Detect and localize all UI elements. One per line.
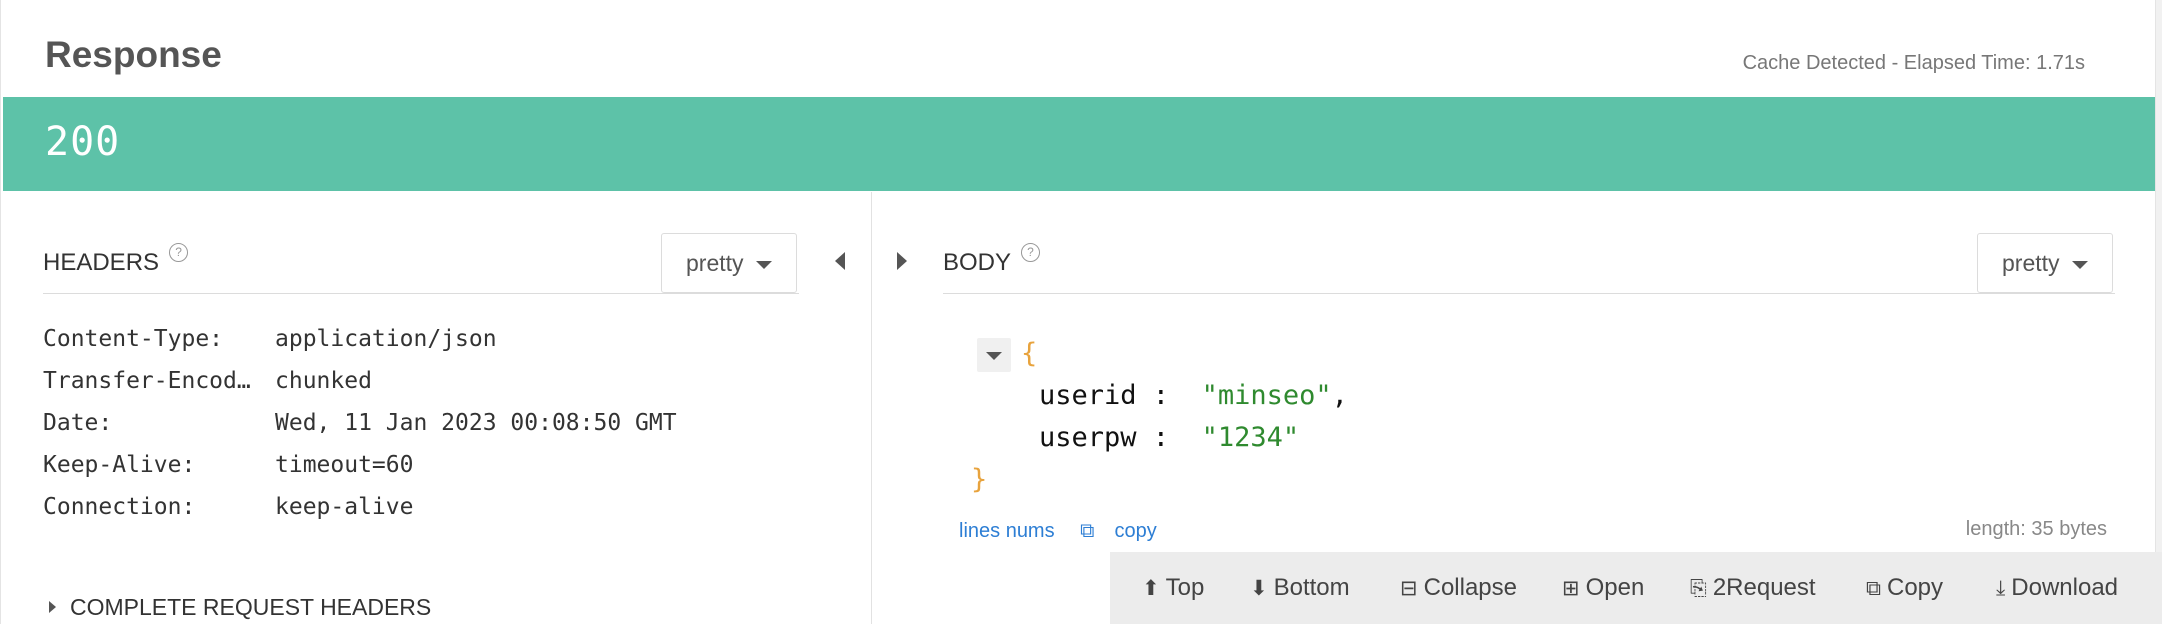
header-value: chunked (275, 368, 372, 394)
header-value: keep-alive (275, 494, 414, 520)
body-heading: BODY? (943, 243, 1041, 277)
body-length: length: 35 bytes (1965, 518, 2107, 540)
collapse-button-label: Collapse (1423, 574, 1517, 601)
copy-link-label: copy (1114, 520, 1157, 542)
chevron-right-icon (49, 600, 56, 613)
complete-request-headers-toggle[interactable]: COMPLETE REQUEST HEADERS (49, 594, 431, 621)
expand-right-icon[interactable] (897, 252, 907, 270)
file-copy-icon: ⎘ (1690, 576, 1707, 600)
json-collapse-toggle[interactable] (977, 338, 1011, 372)
help-icon[interactable]: ? (1021, 243, 1041, 262)
json-key: userid (1039, 380, 1137, 411)
copy-link[interactable]: ⧉ copy (1080, 518, 1177, 542)
status-code: 200 (45, 119, 121, 165)
json-value: "1234" (1201, 422, 1300, 453)
top-button[interactable]: ⬆ Top (1142, 574, 1204, 602)
help-icon[interactable]: ? (169, 243, 189, 262)
arrow-down-circle-icon: ⬇ (1250, 576, 1268, 600)
collapse-button[interactable]: ⊟ Collapse (1400, 574, 1517, 602)
bottom-button[interactable]: ⬇ Bottom (1250, 574, 1350, 602)
body-links: lines nums ⧉ copy (959, 518, 1197, 543)
json-close-brace: } (971, 464, 988, 495)
headers-heading: HEADERS? (43, 243, 189, 277)
copy-button-label: Copy (1887, 574, 1944, 601)
headers-format-value: pretty (686, 250, 744, 276)
headers-format-select[interactable]: pretty (661, 233, 797, 293)
response-title: Response (45, 34, 222, 75)
copy-icon: ⧉ (1866, 576, 1881, 600)
header-key: Keep-Alive: (43, 452, 196, 478)
json-open-brace: { (1021, 338, 1038, 369)
panel-divider[interactable] (871, 192, 872, 624)
headers-underline (43, 293, 799, 294)
elapsed-time-meta: Cache Detected - Elapsed Time: 1.71s (1742, 52, 2085, 74)
json-colon: : (1136, 422, 1202, 453)
complete-request-headers-label: COMPLETE REQUEST HEADERS (70, 594, 432, 620)
to-request-button-label: 2Request (1712, 574, 1816, 601)
body-label: BODY (943, 249, 1012, 276)
header-value: timeout=60 (275, 452, 414, 478)
arrow-up-circle-icon: ⬆ (1142, 576, 1160, 600)
response-panel: Response Cache Detected - Elapsed Time: … (0, 0, 2156, 624)
copy-icon: ⧉ (1080, 518, 1095, 542)
download-button[interactable]: ⤓ Download (1996, 574, 2118, 602)
bottom-button-label: Bottom (1273, 574, 1350, 601)
header-value: Wed, 11 Jan 2023 00:08:50 GMT (275, 410, 677, 436)
body-underline (943, 293, 2115, 294)
open-button[interactable]: ⊞ Open (1562, 574, 1644, 602)
minus-square-icon: ⊟ (1400, 576, 1418, 600)
json-line: userpw : "1234" (1039, 422, 1299, 453)
copy-button[interactable]: ⧉ Copy (1866, 574, 1943, 602)
plus-square-icon: ⊞ (1562, 576, 1580, 600)
download-icon: ⤓ (1996, 576, 2006, 600)
to-request-button[interactable]: ⎘ 2Request (1690, 574, 1816, 602)
json-value: "minseo" (1201, 380, 1332, 411)
header-key: Date: (43, 410, 113, 436)
json-line: userid : "minseo", (1039, 380, 1348, 411)
open-button-label: Open (1585, 574, 1645, 601)
chevron-down-icon (2072, 261, 2088, 269)
top-button-label: Top (1165, 574, 1205, 601)
chevron-down-icon (986, 352, 1002, 360)
headers-label: HEADERS (43, 249, 160, 276)
header-value: application/json (275, 326, 497, 352)
body-format-select[interactable]: pretty (1977, 233, 2113, 293)
body-format-value: pretty (2002, 250, 2060, 276)
status-bar: 200 (3, 97, 2155, 191)
download-button-label: Download (2011, 574, 2119, 601)
lines-nums-link[interactable]: lines nums (959, 520, 1055, 542)
collapse-left-icon[interactable] (835, 252, 845, 270)
header-key: Connection: (43, 494, 196, 520)
header-key: Content-Type: (43, 326, 224, 352)
header-key: Transfer-Encod… (43, 368, 251, 394)
json-key: userpw (1039, 422, 1137, 453)
chevron-down-icon (756, 261, 772, 269)
json-comma: , (1331, 380, 1348, 411)
json-colon: : (1136, 380, 1202, 411)
response-toolbar: ⬆ Top ⬇ Bottom ⊟ Collapse ⊞ Open ⎘ 2Request ⧉… (1110, 552, 2162, 624)
